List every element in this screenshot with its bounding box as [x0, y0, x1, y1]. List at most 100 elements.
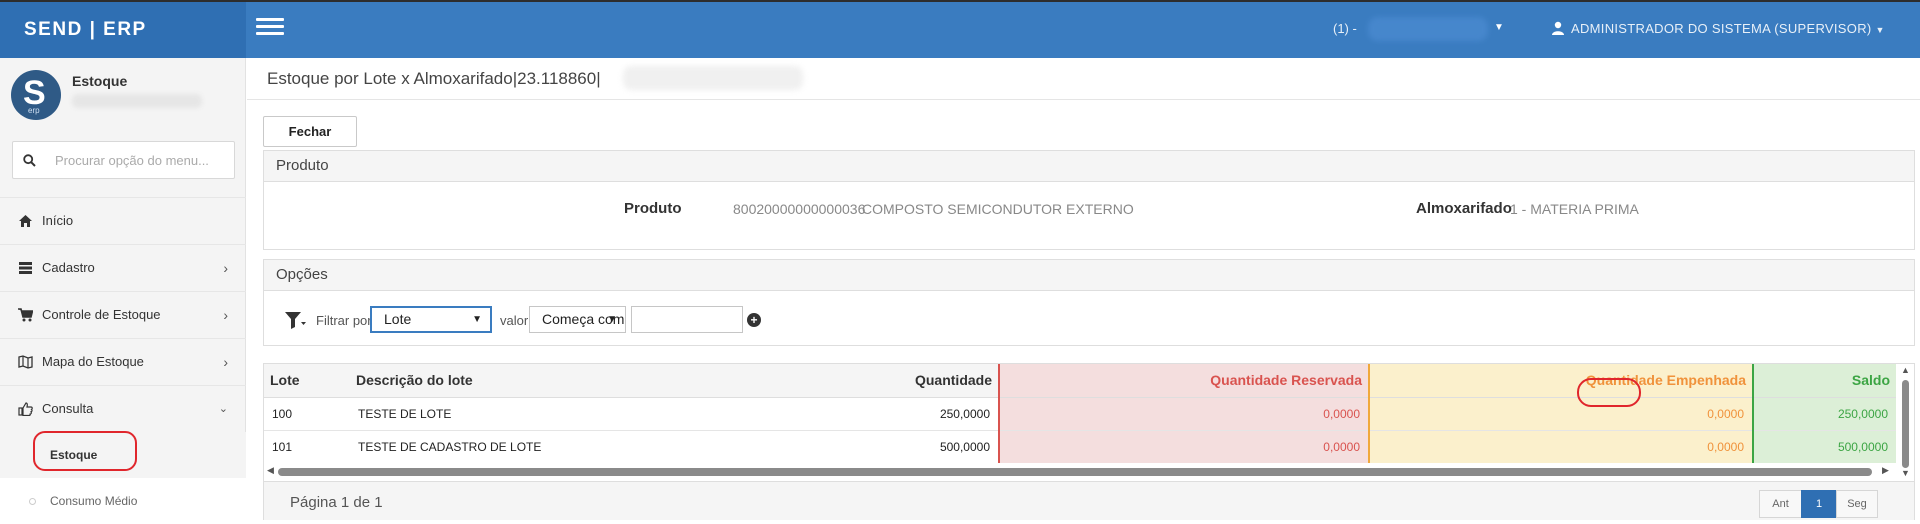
user-icon [1552, 21, 1564, 35]
sidebar-item-inicio[interactable]: Início [0, 197, 246, 244]
scroll-right-icon[interactable]: ▶ [1882, 465, 1889, 476]
product-label: Produto [624, 200, 682, 217]
cart-icon [18, 308, 33, 322]
cell-lote: 100 [264, 397, 350, 431]
close-button[interactable]: Fechar [263, 116, 357, 147]
operator-select[interactable]: Começa com ▼ [529, 306, 626, 333]
chevron-right-icon: › [223, 354, 228, 370]
sidebar-item-label: Consulta [42, 401, 94, 416]
pagination-bar: Página 1 de 1 Ant 1 Seg [264, 481, 1914, 520]
bullet-icon [29, 498, 36, 505]
sidebar-item-label: Início [42, 213, 74, 228]
cell-lote: 101 [264, 430, 350, 463]
user-menu[interactable]: ADMINISTRADOR DO SISTEMA (SUPERVISOR) ▼ [1551, 21, 1885, 36]
sidebar-nav: Início Cadastro › Controle de Estoque › … [0, 197, 246, 524]
scroll-up-icon[interactable]: ▲ [1901, 365, 1910, 375]
map-icon [18, 355, 33, 369]
company-name-redacted [1368, 17, 1488, 41]
sidebar-item-consulta[interactable]: Consulta ⌄ [0, 385, 246, 432]
search-icon [23, 154, 36, 167]
top-bar: SEND | ERP (1) - ▼ ADMINISTRADOR DO SIST… [0, 0, 1920, 58]
panel-heading: Opções [264, 260, 1914, 291]
page-info: Página 1 de 1 [290, 494, 383, 511]
chevron-down-icon: ▼ [607, 314, 617, 325]
app-logo: S erp [11, 70, 61, 120]
annotation-circle-saldo [1577, 378, 1641, 407]
options-panel: Opções Filtrar por Lote ▼ valor Começa c… [263, 259, 1915, 346]
table-header-row: Lote Descrição do lote Quantidade Quanti… [264, 364, 1896, 398]
cell-reservada: 0,0000 [998, 430, 1369, 463]
brand-logo[interactable]: SEND | ERP [0, 2, 246, 58]
menu-search-input[interactable] [55, 150, 227, 170]
prev-page-button[interactable]: Ant [1759, 490, 1802, 518]
horizontal-scrollbar[interactable]: ◀ ▶ [264, 465, 1896, 479]
column-header-saldo[interactable]: Saldo [1752, 364, 1896, 398]
scrollbar-thumb[interactable] [1902, 380, 1909, 468]
cell-quantidade: 250,0000 [715, 397, 999, 431]
product-description: COMPOSTO SEMICONDUTOR EXTERNO [862, 201, 1134, 217]
panel-heading: Produto [264, 151, 1914, 182]
title-redacted [623, 66, 803, 90]
filter-field-select[interactable]: Lote ▼ [370, 306, 492, 333]
cell-reservada: 0,0000 [998, 397, 1369, 431]
chevron-down-icon[interactable]: ▼ [1494, 22, 1504, 33]
column-header-lote[interactable]: Lote [264, 364, 350, 398]
table-row[interactable]: 101 TESTE DE CADASTRO DE LOTE 500,0000 0… [264, 430, 1896, 463]
menu-search[interactable] [12, 141, 235, 179]
vertical-scrollbar[interactable]: ▲ ▼ [1897, 364, 1914, 479]
chevron-right-icon: › [223, 307, 228, 323]
warehouse-value: 1 - MATERIA PRIMA [1510, 201, 1639, 217]
lot-table-panel: Lote Descrição do lote Quantidade Quanti… [263, 363, 1915, 520]
column-header-descricao[interactable]: Descrição do lote [350, 364, 715, 398]
scrollbar-thumb[interactable] [278, 468, 1872, 476]
chevron-down-icon: ⌄ [218, 403, 228, 415]
product-panel: Produto Produto 80020000000000036 COMPOS… [263, 150, 1915, 250]
value-label: valor [500, 313, 529, 328]
add-filter-icon[interactable]: + [747, 313, 761, 327]
user-name: ADMINISTRADOR DO SISTEMA (SUPERVISOR) [1571, 21, 1872, 36]
module-subtitle-redacted [72, 94, 202, 108]
annotation-circle-estoque [33, 431, 137, 471]
menu-toggle-icon[interactable] [256, 18, 284, 38]
warehouse-label: Almoxarifado [1416, 200, 1512, 217]
column-header-empenhada[interactable]: Quantidade Empenhada [1368, 364, 1753, 398]
filter-by-label: Filtrar por [316, 313, 372, 328]
sidebar-item-label: Mapa do Estoque [42, 354, 144, 369]
page-title: Estoque por Lote x Almoxarifado|23.11886… [267, 69, 601, 88]
table-row[interactable]: 100 TESTE DE LOTE 250,0000 0,0000 0,0000… [264, 397, 1896, 431]
sidebar-item-mapa-estoque[interactable]: Mapa do Estoque › [0, 338, 246, 385]
cell-saldo: 250,0000 [1752, 397, 1896, 431]
main-content: Estoque por Lote x Almoxarifado|23.11886… [247, 58, 1920, 520]
module-title: Estoque [72, 73, 128, 89]
column-header-reservada[interactable]: Quantidade Reservada [998, 364, 1369, 398]
logo-subtext: erp [28, 106, 40, 115]
sidebar-item-controle-estoque[interactable]: Controle de Estoque › [0, 291, 246, 338]
cell-descricao: TESTE DE CADASTRO DE LOTE [350, 430, 715, 463]
page-1-button[interactable]: 1 [1801, 490, 1837, 518]
cell-quantidade: 500,0000 [715, 430, 999, 463]
column-header-quantidade[interactable]: Quantidade [715, 364, 999, 398]
lot-table: Lote Descrição do lote Quantidade Quanti… [264, 364, 1896, 463]
product-code: 80020000000000036 [733, 201, 866, 217]
lot-table-viewport: Lote Descrição do lote Quantidade Quanti… [264, 364, 1896, 463]
sidebar-item-cadastro[interactable]: Cadastro › [0, 244, 246, 291]
filter-field-value: Lote [384, 311, 412, 327]
sidebar-item-label: Cadastro [42, 260, 95, 275]
cell-descricao: TESTE DE LOTE [350, 397, 715, 431]
chevron-down-icon: ▼ [1875, 25, 1885, 35]
next-page-button[interactable]: Seg [1836, 490, 1878, 518]
scroll-left-icon[interactable]: ◀ [267, 465, 274, 476]
sidebar-subitem-consumo-medio[interactable]: Consumo Médio [0, 478, 246, 524]
cell-saldo: 500,0000 [1752, 430, 1896, 463]
filter-icon[interactable] [284, 310, 306, 330]
list-icon [19, 262, 32, 274]
filter-value-input[interactable] [631, 306, 743, 333]
company-selector[interactable]: (1) - [1333, 21, 1357, 36]
scroll-down-icon[interactable]: ▼ [1901, 468, 1910, 478]
sidebar-subitem-label: Consumo Médio [50, 494, 138, 508]
chevron-down-icon: ▼ [472, 314, 482, 325]
cell-empenhada: 0,0000 [1368, 397, 1753, 431]
cell-empenhada: 0,0000 [1368, 430, 1753, 463]
home-icon [19, 215, 32, 227]
sidebar-item-label: Controle de Estoque [42, 307, 161, 322]
